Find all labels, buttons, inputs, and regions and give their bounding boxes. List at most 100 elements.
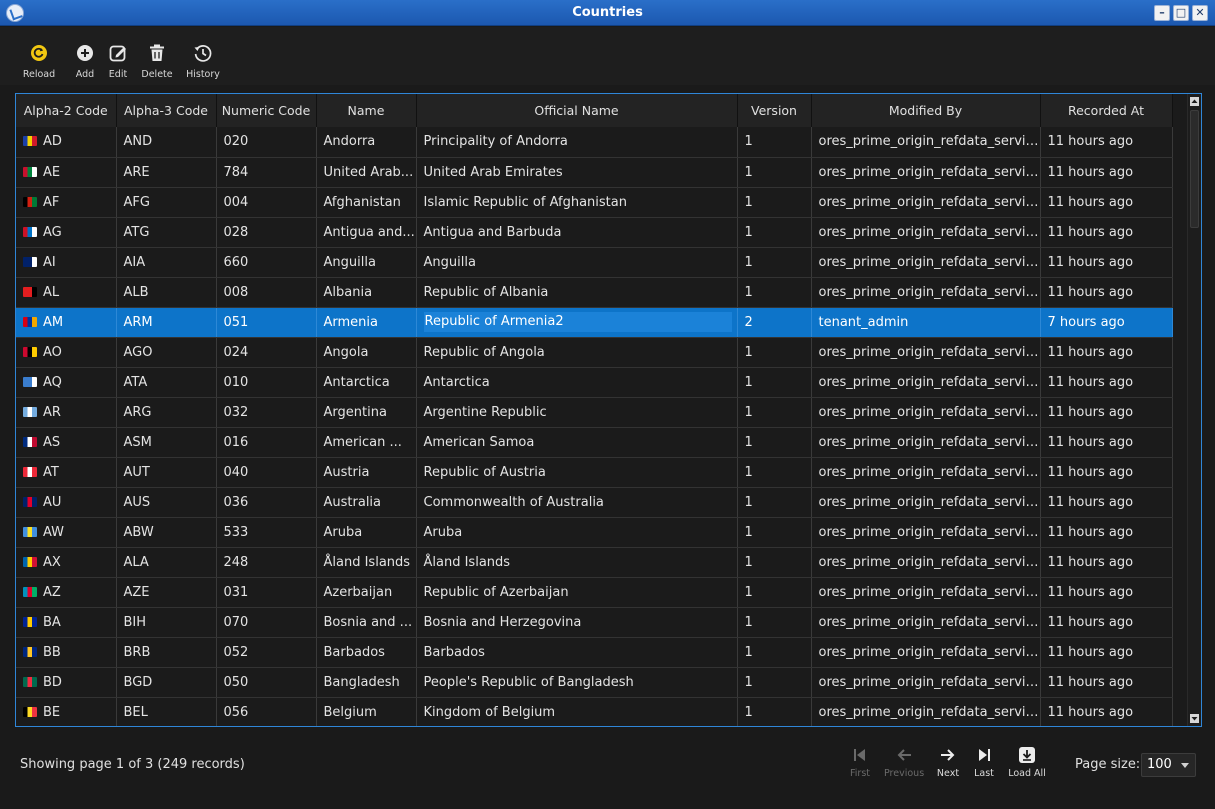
name-cell[interactable]: Antigua and...: [316, 217, 417, 248]
version-cell[interactable]: 1: [737, 517, 812, 548]
numeric-cell[interactable]: 024: [216, 337, 317, 368]
official-name-cell[interactable]: Commonwealth of Australia: [416, 487, 738, 518]
column-header-version[interactable]: Version: [737, 94, 812, 127]
alpha2-cell[interactable]: AF: [16, 187, 117, 218]
name-cell[interactable]: Anguilla: [316, 247, 417, 278]
table-row[interactable]: AW ABW 533 Aruba Aruba 1 ores_prime_origin_ref…: [16, 517, 1173, 548]
alpha2-cell[interactable]: AE: [16, 157, 117, 188]
official-name-cell[interactable]: Anguilla: [416, 247, 738, 278]
last-page-button[interactable]: Last: [964, 746, 1004, 779]
version-cell[interactable]: 1: [737, 127, 812, 158]
alpha2-cell[interactable]: AG: [16, 217, 117, 248]
official-name-cell[interactable]: People's Republic of Bangladesh: [416, 667, 738, 698]
version-cell[interactable]: 1: [737, 667, 812, 698]
modified-by-cell[interactable]: ores_prime_origin_refdata_service: [811, 397, 1041, 428]
alpha2-cell[interactable]: AT: [16, 457, 117, 488]
name-cell[interactable]: Albania: [316, 277, 417, 308]
name-cell[interactable]: Aruba: [316, 517, 417, 548]
scroll-up-icon[interactable]: [1190, 97, 1199, 106]
table-row[interactable]: AX ALA 248 Åland Islands Åland Islands 1 ores_…: [16, 547, 1173, 578]
name-cell[interactable]: Australia: [316, 487, 417, 518]
alpha3-cell[interactable]: ALA: [116, 547, 217, 578]
numeric-cell[interactable]: 031: [216, 577, 317, 608]
first-page-button[interactable]: First: [840, 746, 880, 779]
alpha2-cell[interactable]: BA: [16, 607, 117, 638]
alpha2-cell[interactable]: AS: [16, 427, 117, 458]
numeric-cell[interactable]: 010: [216, 367, 317, 398]
official-name-cell[interactable]: Principality of Andorra: [416, 127, 738, 158]
modified-by-cell[interactable]: tenant_admin: [811, 307, 1041, 338]
version-cell[interactable]: 1: [737, 637, 812, 668]
name-cell[interactable]: Bosnia and ...: [316, 607, 417, 638]
modified-by-cell[interactable]: ores_prime_origin_refdata_service: [811, 517, 1041, 548]
alpha3-cell[interactable]: AZE: [116, 577, 217, 608]
alpha2-cell[interactable]: BE: [16, 697, 117, 726]
version-cell[interactable]: 1: [737, 277, 812, 308]
version-cell[interactable]: 1: [737, 187, 812, 218]
alpha2-cell[interactable]: BD: [16, 667, 117, 698]
name-cell[interactable]: Armenia: [316, 307, 417, 338]
official-name-cell[interactable]: Antigua and Barbuda: [416, 217, 738, 248]
alpha3-cell[interactable]: BGD: [116, 667, 217, 698]
cell-editor-input[interactable]: Republic of Armenia2: [423, 312, 732, 332]
name-cell[interactable]: American ...: [316, 427, 417, 458]
alpha3-cell[interactable]: AFG: [116, 187, 217, 218]
numeric-cell[interactable]: 028: [216, 217, 317, 248]
table-row[interactable]: BA BIH 070 Bosnia and ... Bosnia and Herzego…: [16, 607, 1173, 638]
name-cell[interactable]: Åland Islands: [316, 547, 417, 578]
numeric-cell[interactable]: 052: [216, 637, 317, 668]
name-cell[interactable]: Bangladesh: [316, 667, 417, 698]
alpha3-cell[interactable]: ATA: [116, 367, 217, 398]
alpha2-cell[interactable]: AD: [16, 127, 117, 158]
official-name-cell[interactable]: Republic of Angola: [416, 337, 738, 368]
recorded-at-cell[interactable]: 11 hours ago: [1040, 697, 1173, 726]
numeric-cell[interactable]: 050: [216, 667, 317, 698]
alpha2-cell[interactable]: AZ: [16, 577, 117, 608]
name-cell[interactable]: Barbados: [316, 637, 417, 668]
column-header-alpha2[interactable]: Alpha-2 Code: [16, 94, 117, 127]
maximize-button[interactable]: □: [1173, 5, 1189, 21]
table-row[interactable]: AU AUS 036 Australia Commonwealth of Austral…: [16, 487, 1173, 518]
official-name-cell[interactable]: Barbados: [416, 637, 738, 668]
alpha2-cell[interactable]: AM: [16, 307, 117, 338]
countries-table[interactable]: Alpha-2 Code Alpha-3 Code Numeric Code N…: [15, 93, 1202, 727]
alpha3-cell[interactable]: ALB: [116, 277, 217, 308]
alpha3-cell[interactable]: ARG: [116, 397, 217, 428]
name-cell[interactable]: Austria: [316, 457, 417, 488]
version-cell[interactable]: 1: [737, 457, 812, 488]
version-cell[interactable]: 2: [737, 307, 812, 338]
modified-by-cell[interactable]: ores_prime_origin_refdata_service: [811, 187, 1041, 218]
official-name-cell[interactable]: Republic of Armenia2: [416, 307, 738, 338]
version-cell[interactable]: 1: [737, 577, 812, 608]
history-button[interactable]: History: [178, 43, 228, 80]
table-row[interactable]: BD BGD 050 Bangladesh People's Republic of B…: [16, 667, 1173, 698]
table-row[interactable]: AS ASM 016 American ... American Samoa 1 ores_…: [16, 427, 1173, 458]
name-cell[interactable]: Belgium: [316, 697, 417, 726]
numeric-cell[interactable]: 660: [216, 247, 317, 278]
modified-by-cell[interactable]: ores_prime_origin_refdata_service: [811, 607, 1041, 638]
modified-by-cell[interactable]: ores_prime_origin_refdata_service: [811, 277, 1041, 308]
alpha3-cell[interactable]: ARM: [116, 307, 217, 338]
alpha2-cell[interactable]: AX: [16, 547, 117, 578]
modified-by-cell[interactable]: ores_prime_origin_refdata_service: [811, 247, 1041, 278]
alpha3-cell[interactable]: AUS: [116, 487, 217, 518]
version-cell[interactable]: 1: [737, 487, 812, 518]
alpha2-cell[interactable]: AL: [16, 277, 117, 308]
alpha3-cell[interactable]: ARE: [116, 157, 217, 188]
alpha2-cell[interactable]: AW: [16, 517, 117, 548]
minimize-button[interactable]: –: [1154, 5, 1170, 21]
official-name-cell[interactable]: Argentine Republic: [416, 397, 738, 428]
official-name-cell[interactable]: Republic of Albania: [416, 277, 738, 308]
table-row[interactable]: AD AND 020 Andorra Principality of Andorra 1 o…: [16, 127, 1173, 158]
alpha2-cell[interactable]: AR: [16, 397, 117, 428]
recorded-at-cell[interactable]: 11 hours ago: [1040, 397, 1173, 428]
official-name-cell[interactable]: American Samoa: [416, 427, 738, 458]
modified-by-cell[interactable]: ores_prime_origin_refdata_service: [811, 637, 1041, 668]
table-row[interactable]: AT AUT 040 Austria Republic of Austria 1 ores_…: [16, 457, 1173, 488]
reload-button[interactable]: Reload: [14, 43, 64, 80]
modified-by-cell[interactable]: ores_prime_origin_refdata_service: [811, 427, 1041, 458]
numeric-cell[interactable]: 040: [216, 457, 317, 488]
table-row[interactable]: AL ALB 008 Albania Republic of Albania 1 ores_…: [16, 277, 1173, 308]
alpha3-cell[interactable]: ASM: [116, 427, 217, 458]
version-cell[interactable]: 1: [737, 337, 812, 368]
